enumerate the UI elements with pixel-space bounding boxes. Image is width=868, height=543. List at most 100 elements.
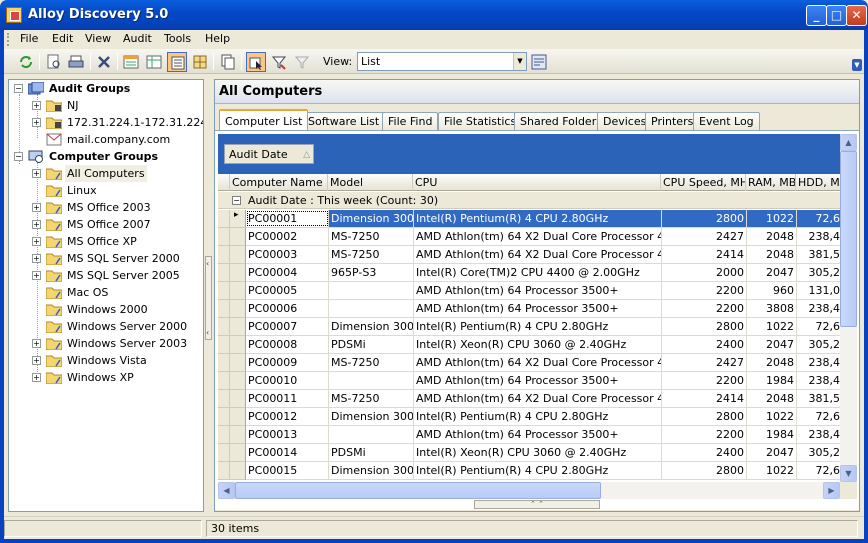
row-selector[interactable] [218, 444, 230, 462]
table-row[interactable]: PC00013 AMD Athlon(tm) 64 Processor 3500+… [246, 426, 840, 444]
expand-icon[interactable]: + [32, 356, 41, 365]
scroll-up-icon[interactable]: ▲ [840, 134, 857, 151]
row-indicator[interactable] [230, 444, 246, 462]
copy-icon[interactable] [218, 52, 238, 72]
header-computer-name[interactable]: Computer Name△ [230, 174, 328, 191]
tab-software-list[interactable]: Software List [302, 112, 386, 130]
row-indicator[interactable] [230, 354, 246, 372]
table-row[interactable]: PC00003 MS-7250 AMD Athlon(tm) 64 X2 Dual … [246, 246, 840, 264]
expand-icon[interactable]: + [32, 220, 41, 229]
table-row[interactable]: PC00006 AMD Athlon(tm) 64 Processor 3500+… [246, 300, 840, 318]
row-indicator[interactable] [230, 408, 246, 426]
select-icon[interactable] [246, 52, 266, 72]
row-selector[interactable] [218, 354, 230, 372]
expand-icon[interactable]: + [32, 271, 41, 280]
row-selector[interactable] [218, 246, 230, 264]
clear-filter-icon[interactable] [292, 52, 312, 72]
table-row[interactable]: PC00010 AMD Athlon(tm) 64 Processor 3500+… [246, 372, 840, 390]
table-row[interactable]: PC00002 MS-7250 AMD Athlon(tm) 64 X2 Dual … [246, 228, 840, 246]
row-indicator[interactable] [230, 426, 246, 444]
vertical-scroll-thumb[interactable] [840, 151, 857, 327]
menu-help[interactable]: Help [205, 32, 230, 45]
tree-node-all-computers[interactable]: + All Computers [9, 165, 203, 182]
minimize-button[interactable]: _ [806, 5, 827, 26]
tab-event-log[interactable]: Event Log [693, 112, 760, 130]
tab-file-statistics[interactable]: File Statistics [438, 112, 523, 130]
details-view-icon[interactable] [167, 52, 187, 72]
menu-edit[interactable]: Edit [52, 32, 73, 45]
expand-icon[interactable]: + [32, 339, 41, 348]
row-indicator[interactable] [230, 282, 246, 300]
scroll-right-icon[interactable]: ▶ [823, 482, 840, 499]
tab-computer-list[interactable]: Computer List [219, 109, 309, 130]
splitter-grip[interactable]: ‹ ‹ [205, 256, 212, 340]
menu-view[interactable]: View [85, 32, 111, 45]
table-row[interactable]: PC00014 PDSMi Intel(R) Xeon(R) CPU 3060 @ … [246, 444, 840, 462]
group-by-chip[interactable]: Audit Date △ [224, 144, 314, 164]
row-indicator[interactable] [230, 264, 246, 282]
title-bar[interactable]: Alloy Discovery 5.0 _ □ ✕ [0, 0, 868, 30]
header-cpu-speed[interactable]: CPU Speed, MHz [661, 174, 746, 191]
row-indicator[interactable] [230, 318, 246, 336]
menu-audit[interactable]: Audit [123, 32, 152, 45]
expand-icon[interactable]: + [32, 101, 41, 110]
row-indicator[interactable] [230, 246, 246, 264]
horizontal-scroll-thumb[interactable] [235, 482, 601, 499]
tab-printers[interactable]: Printers [645, 112, 700, 130]
row-selector[interactable] [218, 336, 230, 354]
row-indicator[interactable] [230, 390, 246, 408]
chevron-left-icon[interactable]: ‹ [206, 328, 209, 337]
table-row[interactable]: PC00009 MS-7250 AMD Athlon(tm) 64 X2 Dual … [246, 354, 840, 372]
collapse-icon[interactable]: − [232, 196, 241, 205]
row-selector[interactable] [218, 264, 230, 282]
bottom-panel-toggle[interactable]: ⌃ ⌃ [474, 500, 600, 509]
table-row[interactable]: PC00012 Dimension 3000 Intel(R) Pentium(R)… [246, 408, 840, 426]
group-row[interactable]: − Audit Date : This week (Count: 30) [218, 192, 840, 209]
horizontal-scrollbar[interactable]: ◀ ▶ [218, 482, 840, 499]
row-selector[interactable] [218, 426, 230, 444]
expand-icon[interactable]: + [32, 373, 41, 382]
row-indicator[interactable] [230, 336, 246, 354]
close-button[interactable]: ✕ [846, 5, 867, 26]
expand-icon[interactable]: + [32, 169, 41, 178]
row-selector[interactable] [218, 462, 230, 480]
table-row[interactable]: PC00007 Dimension 3000 Intel(R) Pentium(R)… [246, 318, 840, 336]
header-model[interactable]: Model [328, 174, 413, 191]
chevron-left-icon[interactable]: ‹ [206, 259, 209, 268]
row-selector[interactable] [218, 408, 230, 426]
table-row[interactable]: PC00015 Dimension 3000 Intel(R) Pentium(R)… [246, 462, 840, 480]
row-selector[interactable] [218, 300, 230, 318]
table-row[interactable]: PC00008 PDSMi Intel(R) Xeon(R) CPU 3060 @ … [246, 336, 840, 354]
tab-shared-folders[interactable]: Shared Folders [514, 112, 608, 130]
report-icon[interactable] [529, 52, 549, 72]
row-indicator[interactable] [230, 300, 246, 318]
row-selector[interactable] [218, 282, 230, 300]
row-indicator[interactable]: ▸ [230, 210, 246, 228]
row-selector[interactable] [218, 372, 230, 390]
print-preview-icon[interactable] [44, 52, 64, 72]
row-indicator[interactable] [230, 228, 246, 246]
columns-icon[interactable] [144, 52, 164, 72]
row-selector[interactable] [218, 228, 230, 246]
delete-icon[interactable] [94, 52, 114, 72]
row-indicator[interactable] [230, 372, 246, 390]
table-row[interactable]: PC00004 965P-S3 Intel(R) Core(TM)2 CPU 440… [246, 264, 840, 282]
menu-file[interactable]: File [20, 32, 38, 45]
scroll-left-icon[interactable]: ◀ [218, 482, 235, 499]
table-row[interactable]: PC00011 MS-7250 AMD Athlon(tm) 64 X2 Dual … [246, 390, 840, 408]
chevron-down-icon[interactable]: ▼ [513, 53, 526, 70]
header-ram[interactable]: RAM, MB [746, 174, 796, 191]
toolbar-overflow-icon[interactable]: ▼ [852, 59, 862, 71]
table-row[interactable]: PC00001 Dimension 3000 Intel(R) Pentium(R)… [246, 210, 840, 228]
table-row[interactable]: PC00005 AMD Athlon(tm) 64 Processor 3500+… [246, 282, 840, 300]
expand-icon[interactable]: + [32, 237, 41, 246]
expand-icon[interactable]: + [32, 118, 41, 127]
expand-icon[interactable]: + [32, 254, 41, 263]
row-selector[interactable] [218, 210, 230, 228]
print-icon[interactable] [66, 52, 86, 72]
row-selector[interactable] [218, 390, 230, 408]
row-selector[interactable] [218, 318, 230, 336]
scroll-down-icon[interactable]: ▼ [840, 465, 857, 482]
expand-icon[interactable]: + [32, 203, 41, 212]
refresh-icon[interactable] [16, 52, 36, 72]
